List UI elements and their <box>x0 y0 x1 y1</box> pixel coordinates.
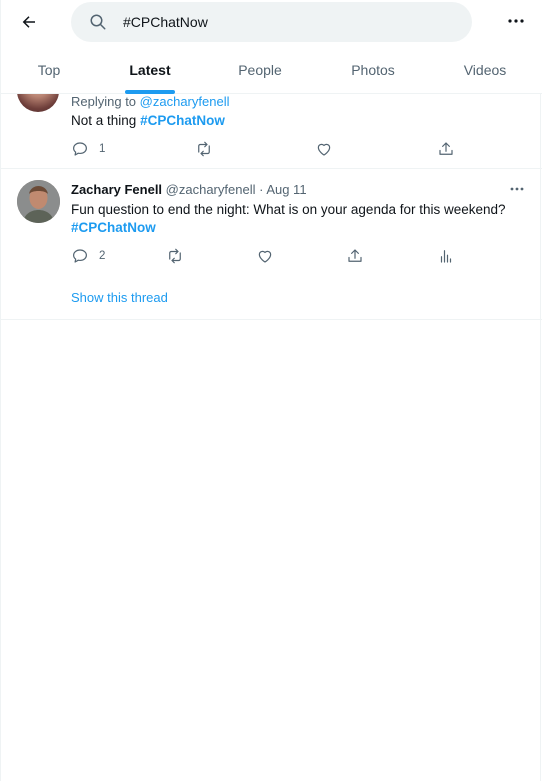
more-icon <box>510 187 524 191</box>
tweet-actions: 1 <box>71 139 531 159</box>
header: #CPChatNow Top Latest People Photos Vide… <box>1 0 542 94</box>
share-icon <box>439 142 453 155</box>
reply-count: 2 <box>99 250 106 262</box>
avatar[interactable] <box>17 94 59 112</box>
tab-label: Latest <box>129 62 171 78</box>
tab-label: Videos <box>463 62 507 78</box>
tab-videos[interactable]: Videos <box>429 46 541 94</box>
reply-button[interactable]: 1 <box>71 139 105 159</box>
show-thread-link[interactable]: Show this thread <box>71 290 168 305</box>
tweet-body: Not a thing <box>71 113 137 128</box>
tab-label: People <box>238 62 282 78</box>
author-handle[interactable]: @zacharyfenell <box>166 182 256 197</box>
tweet-actions: 2 <box>71 246 531 266</box>
avatar[interactable] <box>17 180 60 223</box>
analytics-button[interactable] <box>437 246 455 266</box>
search-input[interactable]: #CPChatNow <box>71 2 472 42</box>
like-icon <box>258 250 272 263</box>
back-arrow-icon <box>22 16 35 28</box>
hashtag-link[interactable]: #CPChatNow <box>140 113 225 128</box>
tweet[interactable]: Zachary Fenell @zacharyfenell · Aug 11 F… <box>1 169 542 320</box>
tab-photos[interactable]: Photos <box>317 46 429 94</box>
tweet-text: Not a thing #CPChatNow <box>71 113 225 128</box>
more-options-button[interactable] <box>501 6 531 36</box>
retweet-button[interactable] <box>166 246 184 266</box>
share-icon <box>348 249 362 262</box>
active-tab-indicator <box>125 90 175 94</box>
reply-button[interactable]: 2 <box>71 246 105 266</box>
search-query: #CPChatNow <box>123 14 208 30</box>
tab-label: Photos <box>351 62 395 78</box>
retweet-icon <box>169 248 181 264</box>
share-button[interactable] <box>437 139 455 159</box>
retweet-icon <box>198 141 210 157</box>
like-button[interactable] <box>256 246 274 266</box>
replying-label: Replying to <box>71 94 137 109</box>
search-icon <box>90 14 106 30</box>
tab-latest[interactable]: Latest <box>97 46 203 94</box>
author-name[interactable]: Zachary Fenell <box>71 182 162 197</box>
replying-to: Replying to @zacharyfenell <box>71 94 229 109</box>
main-column: #CPChatNow Top Latest People Photos Vide… <box>0 0 542 781</box>
more-icon <box>508 19 524 23</box>
tweet-more-button[interactable] <box>507 181 527 197</box>
search-tabs: Top Latest People Photos Videos <box>1 46 542 94</box>
avatar-image <box>17 180 60 223</box>
tweet[interactable]: Replying to @zacharyfenell Not a thing #… <box>1 94 542 169</box>
tab-top[interactable]: Top <box>1 46 97 94</box>
reply-count: 1 <box>99 143 106 155</box>
tab-label: Top <box>37 62 61 78</box>
tweet-header: Zachary Fenell @zacharyfenell · Aug 11 <box>71 182 307 197</box>
back-button[interactable] <box>13 6 45 38</box>
tweet-body: Fun question to end the night: What is o… <box>71 202 506 217</box>
like-button[interactable] <box>315 139 333 159</box>
share-button[interactable] <box>346 246 364 266</box>
tweet-date[interactable]: · Aug 11 <box>259 182 306 197</box>
reply-icon <box>73 249 87 263</box>
tab-people[interactable]: People <box>203 46 317 94</box>
mention-link[interactable]: @zacharyfenell <box>140 94 230 109</box>
retweet-button[interactable] <box>195 139 213 159</box>
hashtag-link[interactable]: #CPChatNow <box>71 220 156 235</box>
like-icon <box>317 143 331 156</box>
analytics-icon <box>440 250 452 263</box>
reply-icon <box>73 142 87 156</box>
